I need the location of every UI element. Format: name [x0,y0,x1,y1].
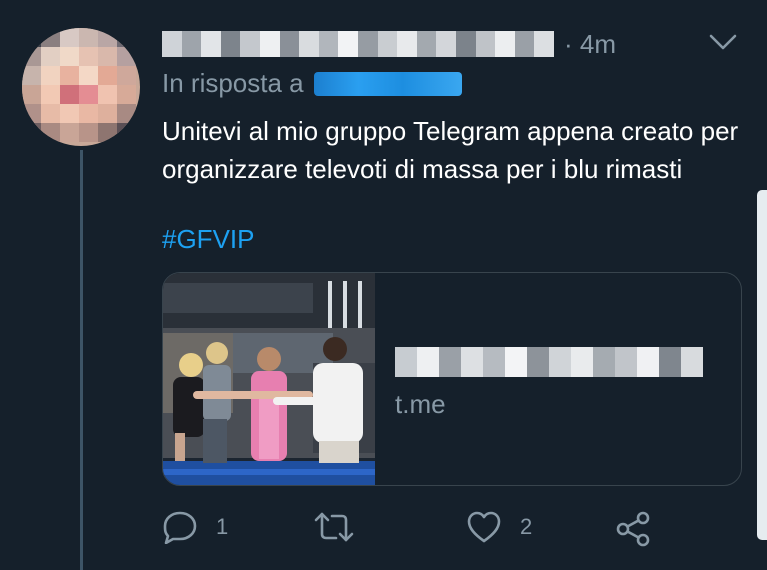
reply-context: In risposta a [162,68,462,99]
avatar[interactable] [22,28,140,146]
hashtag-link[interactable]: #GFVIP [162,224,254,255]
reply-prefix: In risposta a [162,68,304,98]
share-button[interactable] [614,510,652,548]
reply-button[interactable]: 1 [162,510,228,544]
reply-handle-redacted[interactable] [313,71,462,96]
tweet-text: Unitevi al mio gruppo Telegram appena cr… [162,116,739,184]
chevron-down-icon[interactable] [706,30,740,54]
tweet-header: · 4m [162,24,616,64]
author-name-redacted[interactable] [162,31,554,57]
card-domain: t.me [395,389,446,419]
retweet-icon [314,512,354,542]
scrollbar[interactable] [757,190,767,540]
like-button[interactable]: 2 [466,510,532,544]
tweet[interactable]: · 4m In risposta a Unitevi al mio gruppo… [0,0,767,570]
retweet-button[interactable] [314,510,354,544]
like-icon [467,511,501,543]
like-count: 2 [520,514,533,539]
share-icon [616,511,650,547]
reply-icon [163,511,197,544]
reply-count: 1 [216,514,229,539]
link-card[interactable]: t.me [162,272,742,486]
card-text: t.me [395,347,703,420]
card-thumbnail [163,273,375,485]
tweet-timestamp[interactable]: · 4m [564,29,616,60]
thread-line [80,150,83,570]
card-title-redacted [395,347,703,377]
tweet-actions: 1 2 [162,510,722,550]
